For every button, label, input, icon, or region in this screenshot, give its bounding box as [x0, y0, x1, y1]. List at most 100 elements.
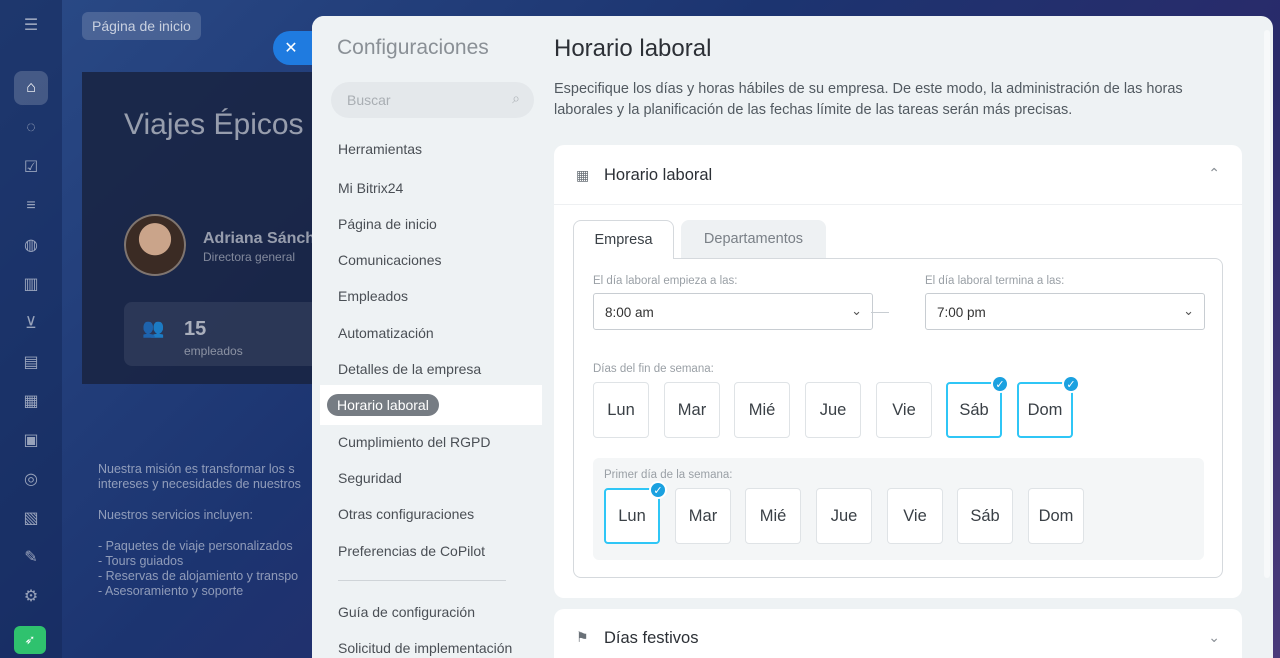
sidebar-item-solicitud[interactable]: Solicitud de implementación — [338, 640, 512, 656]
chat-icon[interactable]: ◌ — [19, 116, 43, 140]
sidebar-item-pagina-inicio[interactable]: Página de inicio — [338, 216, 437, 232]
tab-departamentos[interactable]: Departamentos — [681, 220, 826, 258]
settings-slider: Configuraciones Buscar ⌕ Herramientas Mi… — [312, 16, 1273, 658]
close-icon: ✕ — [284, 40, 298, 57]
holidays-title: Días festivos — [604, 629, 699, 647]
robot-icon[interactable]: ◍ — [19, 233, 43, 257]
settings-icon[interactable]: ⚙ — [19, 584, 43, 608]
calendar-icon: ▦ — [576, 167, 590, 183]
sidebar-item-horario-laboral[interactable]: Horario laboral — [327, 394, 439, 416]
search-input[interactable]: Buscar ⌕ — [331, 82, 534, 118]
tasks-icon[interactable]: ☑ — [19, 155, 43, 179]
weekend-day-vie[interactable]: Vie — [876, 382, 932, 438]
sidebar-item-automatizacion[interactable]: Automatización — [338, 325, 434, 341]
analytics-icon[interactable]: ▥ — [19, 272, 43, 296]
document-icon[interactable]: ▧ — [19, 506, 43, 530]
time-range-dash — [871, 312, 889, 313]
first-day-lun[interactable]: Lun ✓ — [604, 481, 667, 544]
check-icon: ✓ — [991, 375, 1009, 393]
first-day-mar[interactable]: Mar — [675, 488, 731, 544]
sidebar-divider — [338, 580, 506, 581]
bg-text-line: - Reservas de alojamiento y transpo — [98, 569, 299, 583]
start-time-label: El día laboral empieza a las: — [593, 275, 738, 287]
flag-icon: ⚑ — [576, 629, 589, 645]
settings-sidebar: Configuraciones Buscar ⌕ Herramientas Mi… — [312, 16, 542, 658]
avatar — [124, 214, 186, 276]
stat-number: 15 — [184, 318, 207, 340]
person-role: Directora general — [203, 250, 296, 264]
page-description: Especifique los días y horas hábiles de … — [554, 81, 1183, 118]
sidebar-title: Configuraciones — [337, 36, 489, 59]
tab-content: El día laboral empieza a las: 8:00 am ⌄ … — [573, 258, 1223, 578]
tab-empresa[interactable]: Empresa — [573, 220, 674, 259]
main-content: Horario laboral Especifique los días y h… — [542, 16, 1258, 658]
end-time-select[interactable]: 7:00 pm ⌄ — [925, 293, 1205, 330]
bg-text-line: Nuestra misión es transformar los s — [98, 462, 295, 476]
sidebar-item-comunicaciones[interactable]: Comunicaciones — [338, 252, 442, 268]
scrollbar[interactable] — [1264, 30, 1270, 578]
bg-text-line: - Paquetes de viaje personalizados — [98, 539, 293, 553]
stat-label: empleados — [184, 344, 243, 358]
bg-text-line: Nuestros servicios incluyen: — [98, 508, 253, 522]
weekend-day-jue[interactable]: Jue — [805, 382, 861, 438]
filter-icon[interactable]: ≡ — [19, 194, 43, 218]
home-icon[interactable]: ⌂ — [14, 71, 48, 105]
search-placeholder: Buscar — [347, 92, 391, 108]
weekend-day-dom[interactable]: Dom ✓ — [1017, 375, 1080, 438]
target-icon[interactable]: ◎ — [19, 467, 43, 491]
end-time-value: 7:00 pm — [937, 305, 986, 320]
menu-icon[interactable]: ☰ — [19, 13, 43, 37]
page-title: Horario laboral — [554, 35, 712, 62]
sidebar-item-otras[interactable]: Otras configuraciones — [338, 506, 474, 522]
end-time-label: El día laboral termina a las: — [925, 275, 1065, 287]
work-schedule-panel: ▦ Horario laboral ⌃ Empresa Departamento… — [554, 145, 1242, 598]
weekend-day-lun[interactable]: Lun — [593, 382, 649, 438]
sidebar-item-rgpd[interactable]: Cumplimiento del RGPD — [338, 434, 491, 450]
calendar-icon[interactable]: ▦ — [19, 389, 43, 413]
bg-text-line: intereses y necesidades de nuestros — [98, 477, 301, 491]
breadcrumb-chip[interactable]: Página de inicio — [82, 12, 201, 40]
first-day-mie[interactable]: Mié — [745, 488, 801, 544]
rocket-icon[interactable]: ➶ — [14, 626, 46, 654]
sidebar-item-guia[interactable]: Guía de configuración — [338, 604, 475, 620]
weekend-day-sab[interactable]: Sáb ✓ — [946, 375, 1009, 438]
sidebar-item-herramientas[interactable]: Herramientas — [338, 141, 422, 157]
first-day-vie[interactable]: Vie — [887, 488, 943, 544]
close-slider-button[interactable]: ✕ — [273, 31, 317, 65]
person-name: Adriana Sánch — [203, 230, 316, 247]
first-day-jue[interactable]: Jue — [816, 488, 872, 544]
weekend-day-mie[interactable]: Mié — [734, 382, 790, 438]
first-day-box: Primer día de la semana: Lun ✓ Mar Mié J… — [593, 458, 1204, 560]
chevron-down-icon: ⌄ — [1183, 303, 1194, 318]
start-time-value: 8:00 am — [605, 305, 654, 320]
contacts-icon[interactable]: ▤ — [19, 350, 43, 374]
first-day-label: Primer día de la semana: — [604, 469, 733, 481]
sidebar-item-copilot[interactable]: Preferencias de CoPilot — [338, 543, 485, 559]
day-label: Sáb — [959, 400, 989, 419]
day-label: Dom — [1027, 400, 1063, 419]
check-icon: ✓ — [1062, 375, 1080, 393]
sign-icon[interactable]: ✎ — [19, 545, 43, 569]
building-icon[interactable]: ▣ — [19, 428, 43, 452]
sidebar-item-detalles-empresa[interactable]: Detalles de la empresa — [338, 361, 481, 377]
cart-icon[interactable]: ⊻ — [19, 311, 43, 335]
sidebar-item-seguridad[interactable]: Seguridad — [338, 470, 402, 486]
weekend-day-mar[interactable]: Mar — [664, 382, 720, 438]
holidays-panel[interactable]: ⚑ Días festivos ⌄ — [554, 609, 1242, 658]
chevron-up-icon[interactable]: ⌃ — [1208, 165, 1220, 182]
sidebar-item-empleados[interactable]: Empleados — [338, 288, 408, 304]
first-day-sab[interactable]: Sáb — [957, 488, 1013, 544]
start-time-select[interactable]: 8:00 am ⌄ — [593, 293, 873, 330]
chevron-down-icon[interactable]: ⌄ — [1208, 629, 1220, 646]
sidebar-item-mi-bitrix24[interactable]: Mi Bitrix24 — [338, 180, 403, 196]
people-icon: 👥 — [142, 318, 165, 338]
search-icon: ⌕ — [512, 90, 520, 106]
first-day-dom[interactable]: Dom — [1028, 488, 1084, 544]
day-label: Lun — [618, 506, 646, 525]
left-rail: ☰ ⌂ ◌ ☑ ≡ ◍ ▥ ⊻ ▤ ▦ ▣ ◎ ▧ ✎ ⚙ ➶ — [0, 0, 62, 658]
panel-title: Horario laboral — [604, 166, 713, 184]
bg-text-line: - Asesoramiento y soporte — [98, 584, 244, 598]
weekend-label: Días del fin de semana: — [593, 363, 714, 375]
bg-text-line: - Tours guiados — [98, 554, 184, 568]
chevron-down-icon: ⌄ — [851, 303, 862, 318]
